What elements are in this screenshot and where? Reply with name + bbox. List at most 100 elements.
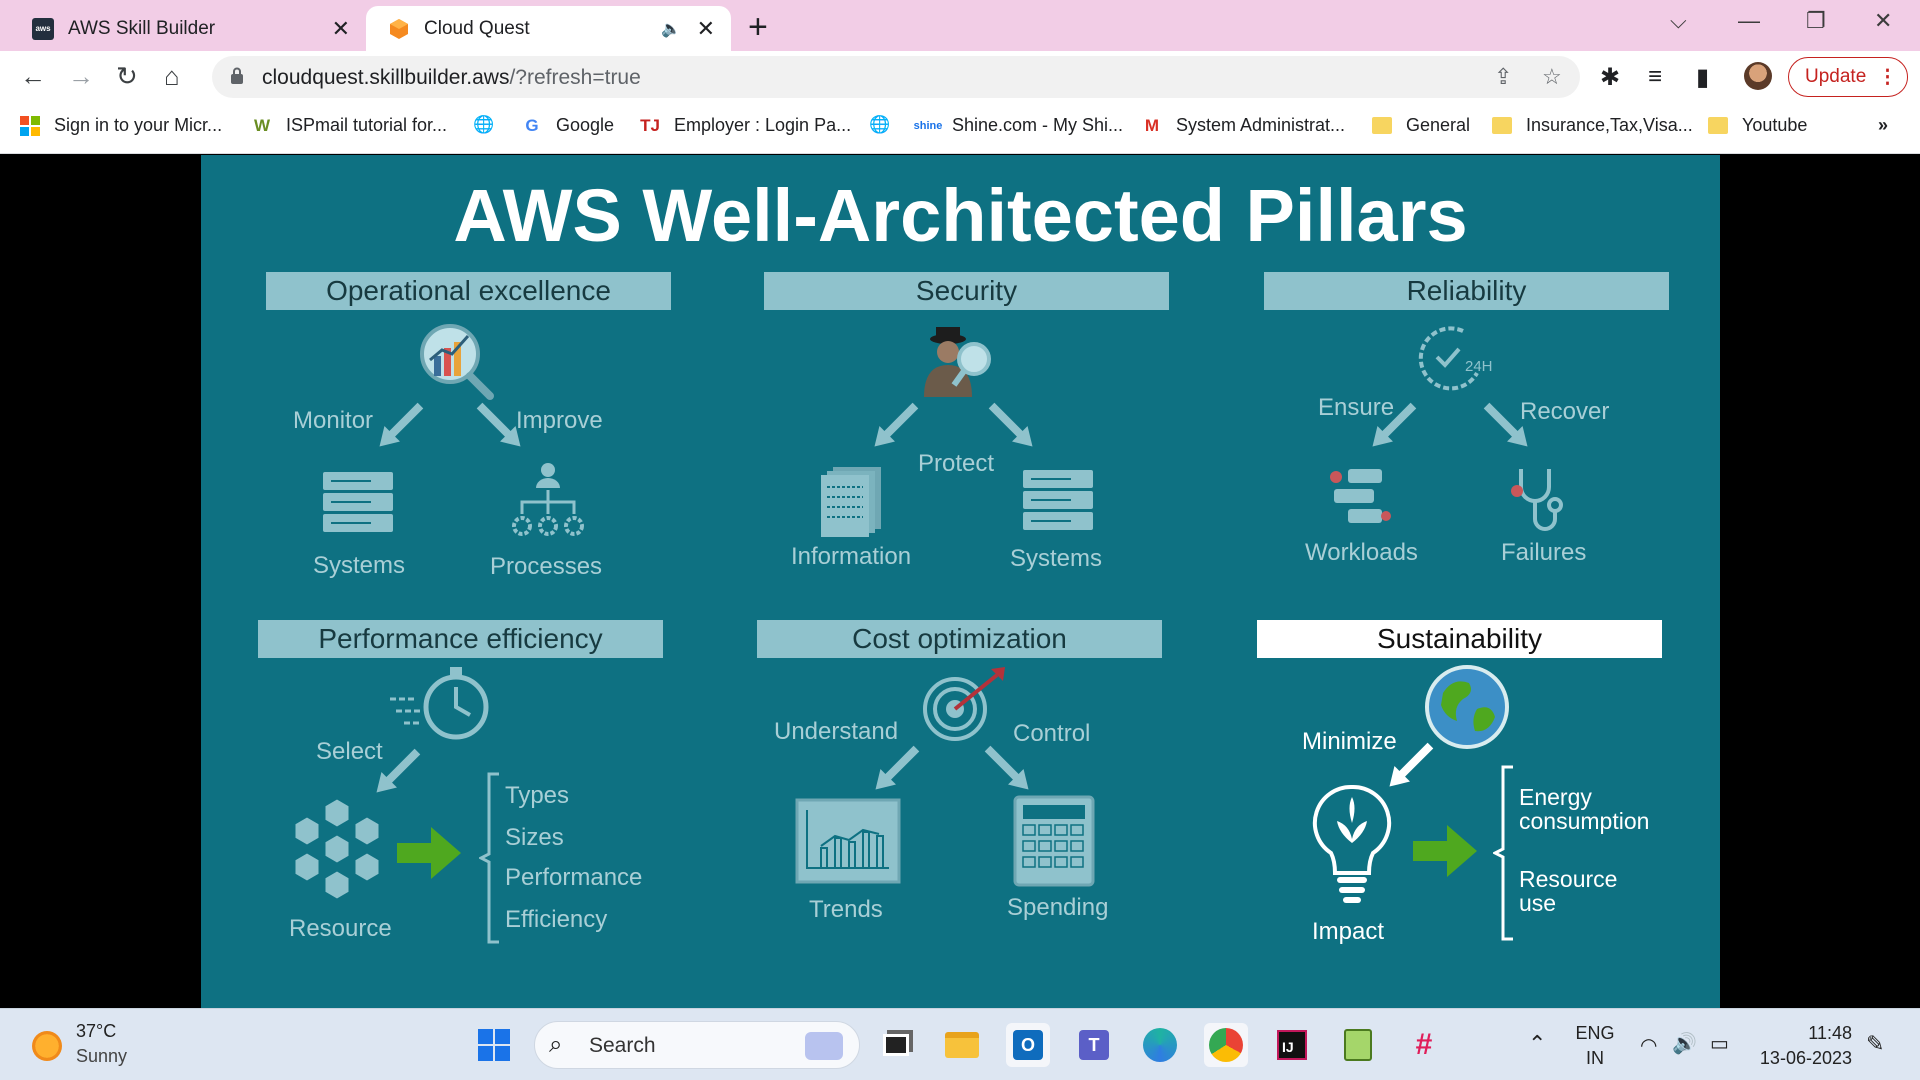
bookmarks-bar: Sign in to your Micr... W ISPmail tutori… (0, 103, 1920, 154)
intellij-icon[interactable]: IJ (1270, 1023, 1314, 1067)
audio-playing-icon[interactable]: 🔈 (661, 19, 681, 39)
slide: AWS Well-Architected Pillars Operational… (201, 155, 1720, 1008)
notepad-plus-plus-icon[interactable] (1336, 1023, 1380, 1067)
arrow-down-left-icon (874, 402, 919, 447)
extensions-icon[interactable]: ✱ (1600, 63, 1620, 92)
bookmark-sysadmin[interactable]: M System Administrat... (1142, 115, 1345, 136)
task-view-icon[interactable] (874, 1023, 918, 1067)
label-sizes: Sizes (505, 824, 564, 851)
share-icon[interactable]: ⇪ (1494, 64, 1512, 90)
tab-aws-skill-builder[interactable]: aws AWS Skill Builder ✕ (0, 6, 366, 51)
battery-icon[interactable]: ▭ (1710, 1031, 1729, 1056)
trend-chart-icon (795, 798, 901, 884)
bookmark-globe-2[interactable]: 🌐 (869, 115, 904, 135)
server-rack-icon (323, 472, 393, 532)
stopwatch-icon (390, 667, 489, 740)
arrow-down-right-icon (984, 745, 1029, 790)
home-button[interactable]: ⌂ (164, 61, 180, 92)
weather-sun-icon[interactable] (32, 1031, 62, 1061)
folder-icon (1492, 116, 1512, 136)
forward-button[interactable]: → (68, 61, 94, 92)
search-icon: ⌕ (549, 1031, 563, 1058)
clock[interactable]: 11:48 13-06-2023 (1756, 1023, 1852, 1069)
green-arrow-right-icon (397, 827, 461, 879)
slack-icon[interactable]: # (1402, 1023, 1446, 1067)
file-explorer-icon[interactable] (940, 1023, 984, 1067)
wifi-icon[interactable]: ◠ (1640, 1033, 1657, 1058)
weather-description[interactable]: Sunny (76, 1046, 127, 1067)
side-panel-icon[interactable]: ▮ (1696, 63, 1709, 92)
close-tab-icon[interactable]: ✕ (697, 16, 715, 42)
lightbulb-plant-icon (1312, 784, 1392, 903)
tab-search-chevron-icon[interactable]: ⌵ (1670, 8, 1687, 34)
bracket-icon (1493, 765, 1513, 941)
teams-icon[interactable]: T (1072, 1023, 1116, 1067)
bookmark-ispmail[interactable]: W ISPmail tutorial for... (252, 115, 447, 136)
pillar-cost-optimization: Cost optimization (757, 620, 1162, 658)
documents-icon (821, 467, 881, 537)
bookmark-google[interactable]: G Google (522, 115, 614, 136)
label-performance: Performance (505, 864, 643, 891)
microsoft-icon (20, 115, 40, 136)
tab-title: Cloud Quest (424, 17, 530, 39)
restore-button[interactable]: ❐ (1806, 8, 1826, 34)
bookmark-folder-general[interactable]: General (1372, 115, 1470, 136)
edge-browser-icon[interactable] (1138, 1023, 1182, 1067)
label-monitor: Monitor (293, 407, 374, 434)
resource-cubes-icon (294, 798, 380, 900)
show-hidden-icons-chevron[interactable]: ⌃ (1528, 1031, 1546, 1057)
tab-cloud-quest[interactable]: Cloud Quest 🔈 ✕ (366, 6, 731, 51)
label-resource: Resource (289, 915, 392, 942)
stethoscope-icon (1511, 469, 1563, 531)
close-tab-icon[interactable]: ✕ (332, 16, 350, 42)
media-controls-icon[interactable]: ≡ (1648, 63, 1662, 91)
detective-magnifier-icon (924, 327, 991, 397)
reload-button[interactable]: ↻ (116, 61, 138, 92)
green-arrow-right-icon (1413, 825, 1477, 877)
label-systems: Systems (313, 552, 406, 579)
pillar-performance-efficiency: Performance efficiency (258, 620, 663, 658)
back-button[interactable]: ← (20, 61, 46, 92)
browser-toolbar: ← → ↻ ⌂ cloudquest.skillbuilder.aws/?ref… (0, 51, 1920, 103)
outlook-icon[interactable]: O (1006, 1023, 1050, 1067)
menu-dots-icon: ⋮ (1878, 66, 1897, 88)
close-window-button[interactable]: ✕ (1874, 8, 1892, 34)
label-impact: Impact (1312, 918, 1385, 945)
volume-icon[interactable]: 🔊 (1672, 1031, 1697, 1056)
notifications-icon[interactable]: ✎ (1866, 1031, 1884, 1057)
weather-temperature[interactable]: 37°C (76, 1021, 116, 1042)
tj-icon: TJ (640, 115, 660, 135)
bookmark-microsoft[interactable]: Sign in to your Micr... (20, 115, 222, 136)
lock-icon[interactable] (230, 67, 244, 85)
svg-text:24H: 24H (1465, 358, 1493, 375)
bookmark-employer[interactable]: TJ Employer : Login Pa... (640, 115, 851, 136)
label-types: Types (505, 782, 570, 809)
new-tab-button[interactable]: + (748, 8, 768, 47)
address-bar[interactable]: cloudquest.skillbuilder.aws/?refresh=tru… (212, 56, 1580, 98)
workload-flow-icon (1330, 469, 1391, 523)
label-improve: Improve (516, 407, 603, 434)
bookmark-folder-youtube[interactable]: Youtube (1708, 115, 1807, 136)
profile-avatar[interactable] (1744, 62, 1772, 90)
label-workloads: Workloads (1305, 539, 1418, 566)
windows-start-icon[interactable] (472, 1023, 516, 1067)
bookmark-globe-1[interactable]: 🌐 (473, 115, 508, 135)
bookmark-shine[interactable]: shine Shine.com - My Shi... (914, 115, 1123, 136)
update-button[interactable]: Update ⋮ (1788, 57, 1908, 97)
taskbar-search-input[interactable]: ⌕ Search (534, 1021, 860, 1069)
url-text[interactable]: cloudquest.skillbuilder.aws/?refresh=tru… (262, 66, 641, 90)
label-recover: Recover (1520, 398, 1610, 425)
tab-strip: aws AWS Skill Builder ✕ Cloud Quest 🔈 ✕ … (0, 0, 1920, 51)
language-indicator[interactable]: ENG IN (1574, 1023, 1616, 1069)
label-control: Control (1013, 720, 1091, 747)
bookmark-folder-insurance[interactable]: Insurance,Tax,Visa... (1492, 115, 1693, 136)
taskbar: 37°C Sunny ⌕ Search O T IJ # ⌃ ENG IN ◠ … (0, 1008, 1920, 1080)
bookmark-star-icon[interactable]: ☆ (1542, 64, 1562, 90)
earth-globe-icon (1425, 665, 1509, 749)
label-information: Information (791, 543, 912, 570)
label-efficiency: Efficiency (505, 906, 608, 933)
chrome-browser-icon[interactable] (1204, 1023, 1248, 1067)
minimize-button[interactable]: — (1738, 8, 1760, 34)
more-bookmarks-button[interactable]: » (1878, 115, 1888, 136)
pillar-reliability: Reliability (1264, 272, 1669, 310)
